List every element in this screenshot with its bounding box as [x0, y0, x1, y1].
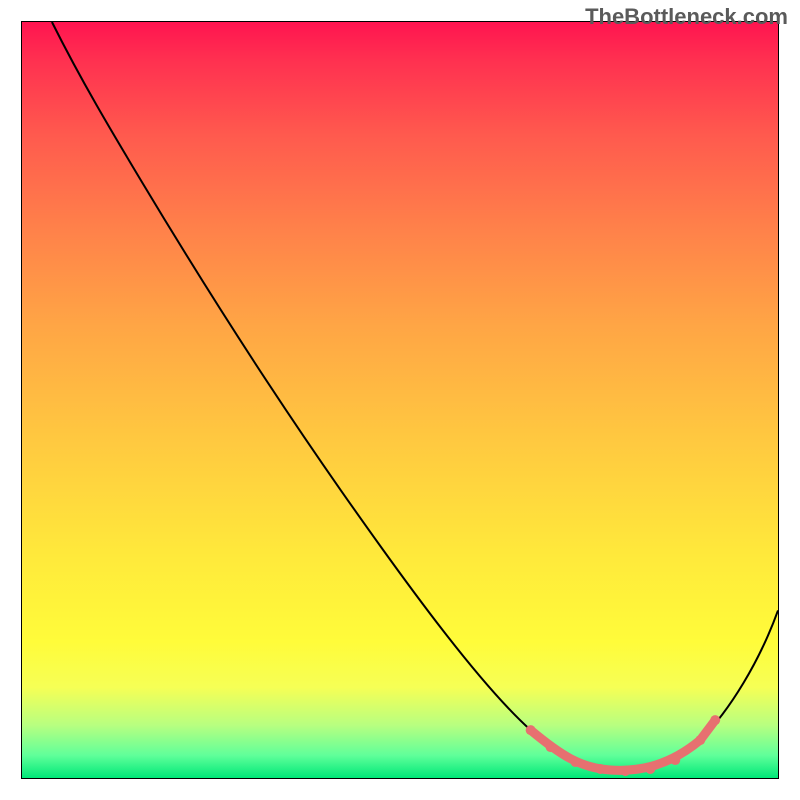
- optimal-range-highlight-path: [531, 720, 716, 770]
- watermark-text: TheBottleneck.com: [585, 4, 788, 30]
- highlight-dot: [571, 757, 581, 767]
- highlight-dot: [670, 755, 680, 765]
- highlight-dot: [710, 715, 720, 725]
- highlight-dot: [645, 764, 655, 774]
- highlight-dot: [546, 742, 556, 752]
- highlight-dot: [526, 725, 536, 735]
- chart-plot-area: [21, 21, 779, 779]
- highlight-dot: [695, 735, 705, 745]
- chart-curve-layer: [22, 22, 778, 778]
- highlight-dot: [595, 764, 605, 774]
- bottleneck-curve-path: [52, 22, 778, 770]
- highlight-dot: [620, 766, 630, 776]
